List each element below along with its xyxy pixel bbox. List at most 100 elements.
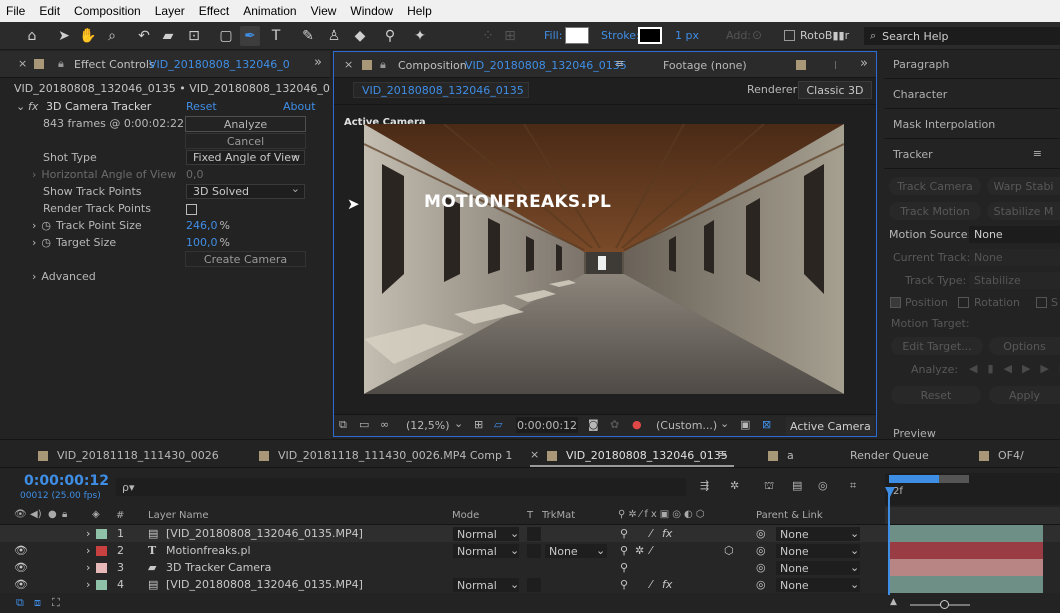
roto-brush-tool-icon[interactable]: ⚲: [380, 26, 400, 46]
panel-overflow-icon[interactable]: »: [860, 56, 868, 71]
current-track-select[interactable]: None: [969, 249, 1060, 266]
chevron-down-icon[interactable]: ⌄: [850, 559, 859, 576]
layer-name[interactable]: [VID_20180808_132046_0135.MP4]: [166, 576, 363, 593]
pickwhip-icon[interactable]: ◎: [756, 542, 766, 559]
chevron-right-icon[interactable]: ›: [86, 559, 90, 576]
close-icon[interactable]: ×: [530, 448, 539, 461]
shy-switch-icon[interactable]: ⚲: [620, 525, 628, 542]
zoom-tool-icon[interactable]: ⌕: [102, 26, 122, 46]
mask-interpolation-panel[interactable]: Mask Interpolation: [884, 111, 1060, 139]
camera-tool-icon[interactable]: ▰: [158, 26, 178, 46]
composition-tab-file[interactable]: VID_20180808_132046_0135: [465, 59, 627, 72]
menu-file[interactable]: File: [6, 4, 25, 18]
fx-switch-icon[interactable]: fx: [662, 525, 672, 542]
snap-grid-icon[interactable]: ⊞: [500, 26, 520, 46]
channel-icon[interactable]: ●: [632, 418, 642, 431]
pen-tool-icon[interactable]: ✒: [240, 26, 260, 46]
stroke-width-value[interactable]: 1 px: [675, 29, 699, 42]
stabilize-motion-button[interactable]: Stabilize M: [987, 202, 1060, 220]
hamburger-menu-icon[interactable]: ≡: [615, 57, 624, 70]
layer-row-3[interactable]: 👁︎ › 3 ▰ 3D Tracker Camera ⚲ ◎ None ⌄: [0, 559, 1060, 576]
fx-icon[interactable]: fx: [28, 100, 38, 113]
rectangle-tool-icon[interactable]: ▢: [216, 26, 236, 46]
monitor-icon[interactable]: ▭: [359, 418, 369, 431]
layer-color-chip[interactable]: [96, 563, 107, 573]
eye-icon[interactable]: 👁︎: [14, 559, 28, 576]
chevron-down-icon[interactable]: ⌄: [510, 542, 519, 559]
chevron-down-icon[interactable]: ⌄: [510, 576, 519, 593]
rotation-checkbox[interactable]: [958, 297, 969, 308]
fill-swatch[interactable]: [565, 27, 589, 44]
always-preview-icon[interactable]: ⧉: [339, 418, 347, 432]
layer-duration-bar[interactable]: [889, 559, 1043, 576]
home-icon[interactable]: ⌂: [22, 26, 42, 46]
timeline-tab-render-queue[interactable]: Render Queue: [850, 449, 929, 462]
paragraph-panel[interactable]: Paragraph: [884, 51, 1060, 79]
layer-color-chip[interactable]: [96, 580, 107, 590]
selection-tool-icon[interactable]: ➤: [54, 26, 74, 46]
3d-layer-switch-icon[interactable]: ⬡: [724, 542, 734, 559]
clone-stamp-tool-icon[interactable]: ♙: [324, 26, 344, 46]
fx-switch-icon[interactable]: fx: [662, 576, 672, 593]
lock-icon[interactable]: 🔒︎: [380, 58, 386, 72]
parent-select[interactable]: None: [776, 578, 860, 592]
in-out-toggle-icon[interactable]: ⛶: [52, 596, 60, 610]
pickwhip-icon[interactable]: ◎: [756, 576, 766, 593]
chevron-down-icon[interactable]: ⌄: [16, 100, 25, 113]
shy-layers-icon[interactable]: ⛫: [764, 479, 774, 494]
zoom-out-icon[interactable]: ▲: [890, 597, 897, 607]
timeline-tab-3[interactable]: VID_20180808_132046_0135: [566, 449, 728, 462]
about-link[interactable]: About: [283, 100, 316, 113]
shy-switch-icon[interactable]: ⚲: [620, 559, 628, 576]
menu-edit[interactable]: Edit: [39, 4, 60, 18]
layer-name[interactable]: [VID_20180808_132046_0135.MP4]: [166, 525, 363, 542]
search-help-field[interactable]: ⌕ Search Help: [864, 27, 1060, 45]
preserve-transparency-toggle[interactable]: [527, 578, 541, 592]
frame-blending-icon[interactable]: ▤: [792, 479, 802, 492]
timeline-timecode[interactable]: 0:00:00:12: [24, 473, 109, 489]
extra-tab[interactable]: l: [834, 59, 837, 72]
type-tool-icon[interactable]: T: [266, 26, 286, 46]
layer-row-4[interactable]: 👁︎ › 4 ▤ [VID_20180808_132046_0135.MP4] …: [0, 576, 1060, 593]
resolution-select[interactable]: (Custom...): [656, 419, 717, 432]
quality-switch-icon[interactable]: ⁄: [650, 576, 652, 593]
parent-select[interactable]: None: [776, 527, 860, 541]
analyze-button[interactable]: Analyze: [185, 116, 306, 132]
chevron-down-icon[interactable]: ⌄: [720, 417, 729, 430]
menu-layer[interactable]: Layer: [155, 4, 185, 18]
parent-select[interactable]: None: [776, 561, 860, 575]
hand-tool-icon[interactable]: ✋: [78, 26, 98, 46]
track-type-select[interactable]: Stabilize: [969, 272, 1060, 289]
timeline-search-input[interactable]: ρ▾: [116, 478, 686, 496]
chevron-right-icon[interactable]: ›: [32, 270, 36, 283]
puppet-tool-icon[interactable]: ✦: [410, 26, 430, 46]
chevron-right-icon[interactable]: ›: [32, 236, 36, 249]
timeline-tab-6[interactable]: OF4/: [998, 449, 1024, 462]
layer-row-2[interactable]: 👁︎ › 2 T Motionfreaks.pl Normal ⌄ None ⌄…: [0, 542, 1060, 559]
graph-editor-icon[interactable]: ⌗: [850, 479, 856, 493]
layer-color-chip[interactable]: [96, 546, 107, 556]
rotate-tool-icon[interactable]: ↶: [134, 26, 154, 46]
mask-visibility-icon[interactable]: ▱: [494, 418, 502, 431]
menu-composition[interactable]: Composition: [74, 4, 141, 18]
collapse-switch-icon[interactable]: ✲: [635, 542, 644, 559]
apply-button[interactable]: Apply: [989, 386, 1060, 404]
parent-select[interactable]: None: [776, 544, 860, 558]
chevron-down-icon[interactable]: ⌄: [850, 525, 859, 542]
view-select[interactable]: Active Camera: [786, 417, 874, 435]
quality-switch-icon[interactable]: ⁄: [650, 542, 652, 559]
reset-link[interactable]: Reset: [186, 100, 217, 113]
analyze-controls[interactable]: ◀▮◀▶▶▮: [969, 362, 1060, 375]
shy-switch-icon[interactable]: ⚲: [620, 542, 628, 559]
snap-icon[interactable]: ⁘: [478, 26, 498, 46]
close-icon[interactable]: ×: [18, 57, 27, 70]
chevron-down-icon[interactable]: ⌄: [510, 525, 519, 542]
preserve-transparency-toggle[interactable]: [527, 544, 541, 558]
composition-mini-flowchart-icon[interactable]: ⇶: [700, 479, 709, 492]
add-icon[interactable]: ⊙: [752, 28, 762, 42]
chevron-down-icon[interactable]: ⌄: [454, 417, 463, 430]
timeline-tab-2[interactable]: VID_20181118_111430_0026.MP4 Comp 1: [278, 449, 512, 462]
chevron-right-icon[interactable]: ›: [86, 542, 90, 559]
cancel-button[interactable]: Cancel: [185, 133, 306, 149]
grid-icon[interactable]: ⊞: [474, 418, 483, 431]
